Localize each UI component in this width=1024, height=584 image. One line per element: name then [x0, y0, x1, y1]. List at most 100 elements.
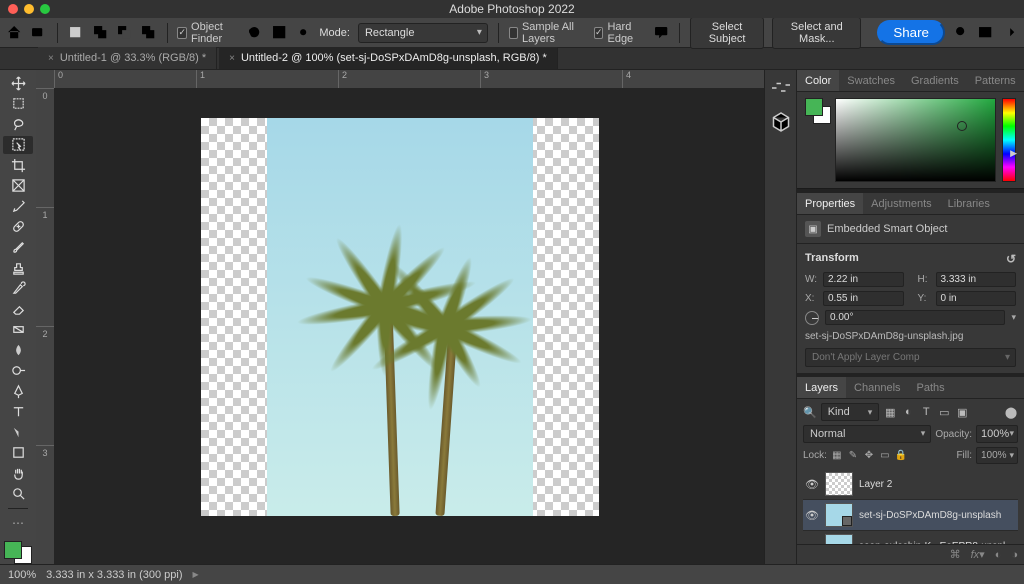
filter-type-icon[interactable]: T [919, 405, 933, 419]
lasso-tool[interactable] [3, 115, 33, 134]
color-fg-bg-swatches[interactable] [805, 98, 829, 182]
panel-tab-layers[interactable]: Layers [797, 377, 846, 398]
layer-thumbnail[interactable] [825, 534, 853, 544]
panel-menu-icon[interactable] [1002, 22, 1018, 44]
panel-tab-gradients[interactable]: Gradients [903, 70, 967, 91]
ruler-vertical[interactable]: 0 1 2 3 [36, 88, 54, 564]
subtract-selection-icon[interactable] [116, 22, 132, 44]
layer-comp-select[interactable]: Don't Apply Layer Comp [805, 348, 1016, 367]
3d-panel-icon[interactable] [769, 110, 793, 134]
adjustment-icon[interactable]: ◑ [1011, 549, 1018, 561]
path-tool[interactable] [3, 423, 33, 442]
mask-icon[interactable]: ◐ [995, 549, 1002, 561]
intersect-selection-icon[interactable] [140, 22, 156, 44]
status-caret-icon[interactable]: ▶ [193, 570, 199, 579]
gear-icon[interactable] [295, 22, 311, 44]
layer-name[interactable]: set-sj-DoSPxDAmD8g-unsplash [859, 510, 1016, 521]
document-tab[interactable]: ×Untitled-2 @ 100% (set-sj-DoSPxDAmD8g-u… [219, 47, 558, 69]
gradient-tool[interactable] [3, 320, 33, 339]
color-swatches[interactable] [4, 541, 32, 565]
filter-toggle-icon[interactable]: ⬤ [1004, 405, 1018, 419]
panel-tab-adjustments[interactable]: Adjustments [863, 193, 940, 214]
color-field[interactable] [835, 98, 996, 182]
sample-all-checkbox[interactable]: Sample All Layers [509, 21, 586, 45]
x-input[interactable]: 0.55 in [823, 291, 904, 306]
blur-tool[interactable] [3, 341, 33, 360]
zoom-level[interactable]: 100% [8, 569, 36, 581]
new-selection-icon[interactable] [67, 22, 83, 44]
layer-item[interactable]: 👁 Layer 2 [803, 469, 1018, 500]
reset-icon[interactable]: ↺ [1006, 252, 1016, 266]
eyedropper-tool[interactable] [3, 197, 33, 216]
opacity-input[interactable]: 100% [976, 425, 1018, 443]
hard-edge-checkbox[interactable]: ✓Hard Edge [594, 21, 645, 45]
link-layers-icon[interactable]: ⌘ [950, 548, 961, 561]
document-tab[interactable]: ×Untitled-1 @ 33.3% (RGB/8) * [38, 47, 217, 69]
layer-item[interactable]: 👁 set-sj-DoSPxDAmD8g-unsplash [803, 500, 1018, 531]
ruler-horizontal[interactable]: 0 1 2 3 4 [54, 70, 764, 88]
object-finder-checkbox[interactable]: ✓Object Finder [177, 21, 238, 45]
lock-all-icon[interactable]: 🔒 [895, 450, 907, 462]
filter-adjust-icon[interactable]: ◐ [901, 405, 915, 419]
doc-info[interactable]: 3.333 in x 3.333 in (300 ppi) [46, 569, 182, 581]
healing-tool[interactable] [3, 218, 33, 237]
lock-artboard-icon[interactable]: ▭ [879, 450, 891, 462]
history-brush-tool[interactable] [3, 279, 33, 298]
select-subject-button[interactable]: Select Subject [690, 17, 764, 49]
lock-paint-icon[interactable]: ✎ [847, 450, 859, 462]
overlay-icon[interactable] [271, 22, 287, 44]
lock-transparency-icon[interactable]: ▦ [831, 450, 843, 462]
visibility-toggle[interactable]: 👁 [805, 478, 819, 491]
zoom-tool[interactable] [3, 485, 33, 504]
share-button[interactable]: Share [877, 20, 945, 45]
marquee-tool[interactable] [3, 95, 33, 114]
panel-tab-swatches[interactable]: Swatches [839, 70, 903, 91]
histogram-panel-icon[interactable] [769, 76, 793, 100]
foreground-swatch[interactable] [4, 541, 22, 559]
panel-tab-libraries[interactable]: Libraries [940, 193, 998, 214]
lock-position-icon[interactable]: ✥ [863, 450, 875, 462]
panel-tab-color[interactable]: Color [797, 70, 839, 91]
close-tab-icon[interactable]: × [229, 53, 235, 64]
dodge-tool[interactable] [3, 361, 33, 380]
mode-select[interactable]: Rectangle [358, 23, 488, 43]
panel-tab-channels[interactable]: Channels [846, 377, 908, 398]
fill-input[interactable]: 100% [976, 447, 1018, 464]
width-input[interactable]: 2.22 in [823, 272, 904, 287]
brush-tool[interactable] [3, 238, 33, 257]
frame-tool[interactable] [3, 177, 33, 196]
panel-tab-patterns[interactable]: Patterns [967, 70, 1024, 91]
canvas-area[interactable]: 0 1 2 3 4 0 1 2 3 [36, 70, 764, 564]
fx-icon[interactable]: fx▾ [971, 548, 985, 561]
object-selection-tool[interactable] [3, 136, 33, 155]
filter-shape-icon[interactable]: ▭ [937, 405, 951, 419]
ps-cloud-icon[interactable] [30, 22, 46, 44]
edit-toolbar-icon[interactable]: ⋯ [3, 514, 33, 533]
add-selection-icon[interactable] [92, 22, 108, 44]
color-cursor[interactable] [957, 121, 967, 131]
panel-tab-properties[interactable]: Properties [797, 193, 863, 214]
panel-tab-paths[interactable]: Paths [909, 377, 953, 398]
crop-tool[interactable] [3, 156, 33, 175]
layer-thumbnail[interactable] [825, 503, 853, 527]
workspace-icon[interactable] [977, 22, 993, 44]
shape-tool[interactable] [3, 444, 33, 463]
layer-name[interactable]: Layer 2 [859, 479, 1016, 490]
search-icon[interactable] [953, 22, 969, 44]
eraser-tool[interactable] [3, 300, 33, 319]
home-icon[interactable] [6, 22, 22, 44]
height-input[interactable]: 3.333 in [936, 272, 1017, 287]
filter-smart-icon[interactable]: ▣ [955, 405, 969, 419]
visibility-toggle[interactable]: 👁 [805, 509, 819, 522]
move-tool[interactable] [3, 74, 33, 93]
type-tool[interactable] [3, 403, 33, 422]
refresh-icon[interactable] [246, 22, 262, 44]
document-canvas[interactable] [201, 118, 599, 516]
layer-item[interactable]: sean-oulashin-K...EeEPR8-unsplash [803, 531, 1018, 544]
blend-mode-select[interactable]: Normal [803, 425, 931, 443]
layer-filter-select[interactable]: Kind [821, 403, 880, 421]
fg-color-swatch[interactable] [805, 98, 823, 116]
angle-input[interactable]: 0.00° [825, 310, 1005, 325]
y-input[interactable]: 0 in [936, 291, 1017, 306]
hand-tool[interactable] [3, 464, 33, 483]
